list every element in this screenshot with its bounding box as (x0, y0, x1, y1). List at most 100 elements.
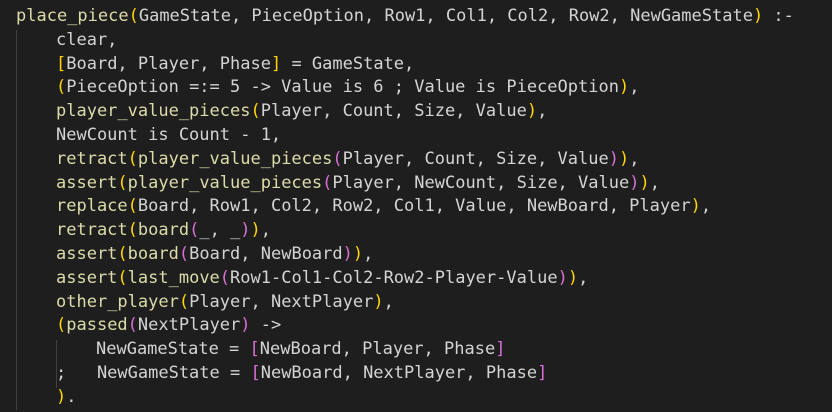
code-text: Player, Count, Size, Value (260, 101, 527, 122)
bracket: ) (352, 244, 364, 264)
bracket: ( (332, 148, 343, 169)
code-text: Board, Row1, Col2, Row2, Col1, Value, Ne… (137, 196, 691, 217)
code-line[interactable]: retract(player_value_pieces(Player, Coun… (56, 147, 639, 171)
code-line[interactable]: place_piece(GameState, PieceOption, Row1… (16, 4, 794, 28)
bracket: ) (618, 77, 630, 98)
bracket: ) (557, 267, 568, 288)
bracket: ) (567, 267, 579, 288)
code-text: , (260, 220, 272, 241)
bracket: ) (250, 220, 261, 241)
bracket: ( (117, 267, 128, 288)
code-line[interactable]: (passed(NextPlayer) -> (56, 313, 281, 337)
bracket: ] (495, 339, 506, 360)
code-text: Board, Player, Phase (66, 53, 271, 74)
bracket: ) (639, 172, 650, 193)
bracket: ( (127, 148, 138, 169)
function-name: board (137, 220, 190, 241)
code-text: Player, NewCount, Size, Value (332, 172, 630, 193)
bracket: ( (117, 172, 128, 193)
bracket: ( (178, 244, 190, 264)
bracket: ) (240, 315, 251, 336)
code-text: , (537, 101, 548, 122)
bracket: ( (117, 244, 128, 264)
function-name: player_value_pieces (127, 172, 323, 193)
code-text: Player, NextPlayer (189, 291, 374, 312)
bracket: ) (690, 196, 701, 217)
function-name: player_value_pieces (137, 148, 333, 169)
code-line[interactable]: ). (56, 385, 77, 409)
indent-guide (16, 30, 17, 410)
code-text: NewGameState = (96, 339, 250, 360)
code-line[interactable]: [Board, Player, Phase] = GameState, (56, 52, 414, 76)
function-name: retract (56, 220, 128, 241)
code-text: NewCount is Count - 1, (56, 125, 282, 145)
function-name: retract (56, 148, 128, 169)
code-text: , (578, 267, 589, 288)
code-text: _, _ (199, 220, 241, 241)
code-text: , (700, 196, 712, 217)
code-text: , (649, 172, 660, 193)
bracket: ( (178, 291, 190, 312)
bracket: ) (629, 172, 640, 193)
bracket: ) (240, 220, 251, 241)
function-name: assert (56, 172, 118, 193)
code-text: , (629, 77, 640, 98)
function-name: player_value_pieces (56, 101, 251, 122)
code-line[interactable]: replace(Board, Row1, Col2, Row2, Col1, V… (56, 194, 711, 218)
code-line[interactable]: (PieceOption =:= 5 -> Value is 6 ; Value… (56, 75, 639, 99)
code-text: PieceOption =:= 5 -> Value is 6 ; Value … (66, 77, 619, 98)
code-line[interactable]: NewCount is Count - 1, (56, 123, 281, 147)
bracket: ( (127, 315, 138, 336)
bracket: ( (56, 77, 67, 98)
bracket: ) (608, 148, 619, 169)
bracket: ) (373, 291, 384, 312)
code-text: Board, NewBoard (189, 244, 343, 264)
code-line[interactable]: clear, (56, 28, 117, 52)
code-line[interactable]: retract(board(_, _)), (56, 218, 271, 242)
bracket: ( (128, 6, 139, 26)
bracket: ( (56, 315, 67, 336)
code-text: ; NewGameState = (56, 363, 251, 383)
bracket: ) (56, 386, 67, 407)
code-text: = GameState, (281, 53, 415, 74)
code-line[interactable]: assert(last_move(Row1-Col1-Col2-Row2-Pla… (56, 266, 588, 290)
code-text: -> (250, 315, 282, 336)
bracket: ) (342, 244, 353, 264)
code-text: :- (763, 6, 794, 26)
code-text: . (66, 386, 77, 407)
code-text: Player, Count, Size, Value (342, 148, 609, 169)
function-name: other_player (56, 291, 179, 312)
function-name: board (127, 244, 179, 264)
code-text: Row1-Col1-Col2-Row2-Player-Value (230, 267, 558, 288)
bracket: ( (250, 101, 261, 122)
code-line[interactable]: NewGameState = [NewBoard, Player, Phase] (96, 337, 505, 361)
function-name: passed (66, 315, 128, 336)
bracket: ) (618, 148, 630, 169)
code-line[interactable]: other_player(Player, NextPlayer), (56, 290, 394, 314)
bracket: ( (219, 267, 231, 288)
function-name: place_piece (16, 6, 129, 26)
bracket: ] (270, 53, 282, 74)
function-name: replace (56, 196, 128, 217)
code-editor[interactable]: place_piece(GameState, PieceOption, Row1… (0, 0, 832, 412)
bracket: ( (322, 172, 333, 193)
function-name: assert (56, 267, 118, 288)
bracket: ) (526, 101, 538, 122)
code-line[interactable]: player_value_pieces(Player, Count, Size,… (56, 99, 547, 123)
bracket: ( (127, 196, 138, 217)
bracket: ] (537, 363, 548, 383)
code-text: NextPlayer (137, 315, 241, 336)
code-text: , (629, 148, 640, 169)
code-text: NewBoard, NextPlayer, Phase (260, 363, 538, 383)
bracket: ( (189, 220, 200, 241)
function-name: assert (56, 244, 118, 264)
bracket: ( (127, 220, 138, 241)
bracket: [ (249, 339, 260, 360)
code-text: GameState, PieceOption, Row1, Col1, Col2… (138, 6, 753, 26)
code-text: NewBoard, Player, Phase (259, 339, 496, 360)
code-text: clear, (56, 29, 118, 50)
bracket: ) (752, 6, 764, 26)
code-line[interactable]: ; NewGameState = [NewBoard, NextPlayer, … (56, 361, 547, 385)
code-line[interactable]: assert(player_value_pieces(Player, NewCo… (56, 171, 660, 195)
code-line[interactable]: assert(board(Board, NewBoard)), (56, 242, 373, 266)
